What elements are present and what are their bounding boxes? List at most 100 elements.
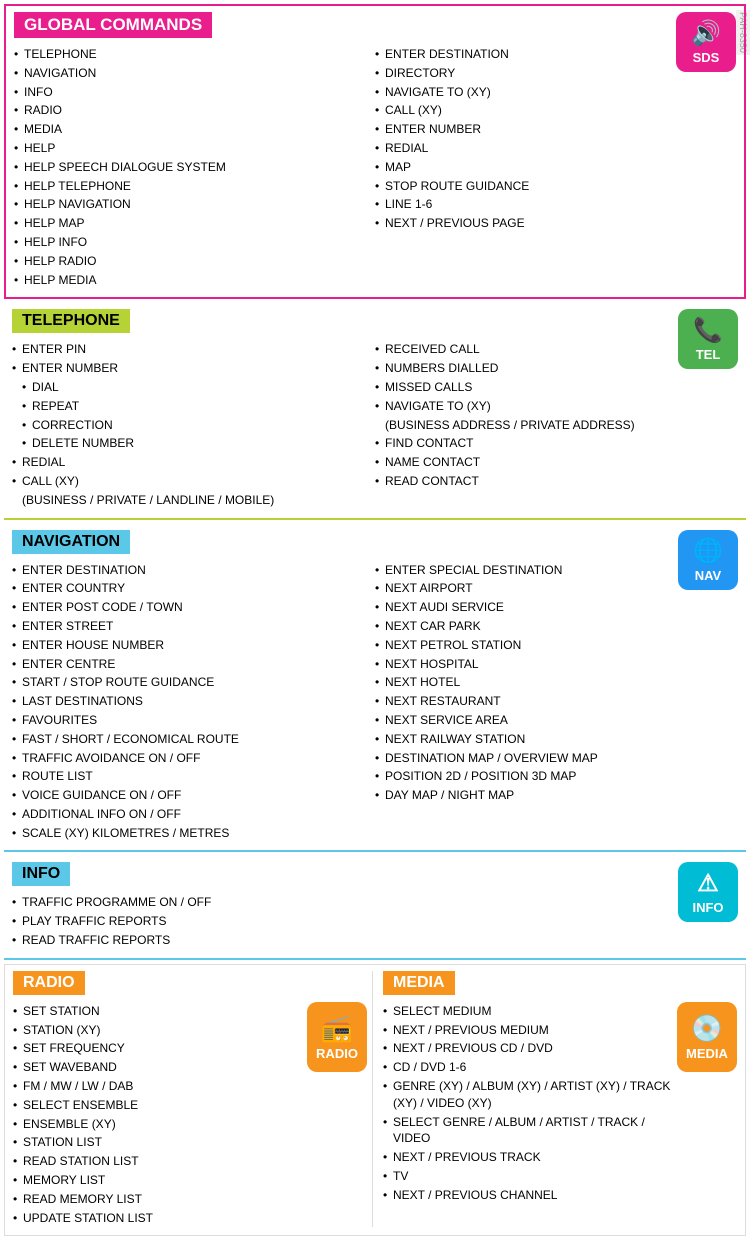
list-item: HELP RADIO [14, 252, 365, 271]
list-item: ENTER STREET [12, 617, 365, 636]
list-item: NAVIGATE TO (XY) [375, 397, 728, 416]
list-item: NEXT / PREVIOUS PAGE [375, 214, 726, 233]
list-item: FAST / SHORT / ECONOMICAL ROUTE [12, 730, 365, 749]
list-item: SET STATION [13, 1002, 302, 1021]
radio-inner: SET STATIONSTATION (XY)SET FREQUENCYSET … [13, 1002, 367, 1228]
radio-list: SET STATIONSTATION (XY)SET FREQUENCYSET … [13, 1002, 302, 1228]
list-item: READ TRAFFIC REPORTS [12, 931, 738, 950]
list-item: READ MEMORY LIST [13, 1190, 302, 1209]
media-badge: 💿 MEDIA [677, 1002, 737, 1072]
sds-badge: 🔊 SDS [676, 12, 736, 72]
tel-badge: 📞 TEL [678, 309, 738, 369]
radio-section: RADIO SET STATIONSTATION (XY)SET FREQUEN… [13, 971, 373, 1228]
list-item: MAP [375, 158, 726, 177]
telephone-content: ENTER PINENTER NUMBERDIALREPEATCORRECTIO… [12, 340, 738, 509]
list-item: LINE 1-6 [375, 195, 726, 214]
list-item: HELP SPEECH DIALOGUE SYSTEM [14, 158, 365, 177]
title-telephone: TELEPHONE [12, 309, 130, 333]
list-item: FM / MW / LW / DAB [13, 1077, 302, 1096]
tel-icon: 📞 [693, 316, 723, 345]
list-item: VOICE GUIDANCE ON / OFF [12, 786, 365, 805]
list-item: ENTER NUMBER [375, 120, 726, 139]
tel-col1-list: ENTER PINENTER NUMBERDIALREPEATCORRECTIO… [12, 340, 365, 509]
global-col2: ENTER DESTINATIONDIRECTORYNAVIGATE TO (X… [375, 45, 736, 289]
list-item: HELP INFO [14, 233, 365, 252]
list-item: ENTER POST CODE / TOWN [12, 598, 365, 617]
list-item: REDIAL [12, 453, 365, 472]
list-item: SET WAVEBAND [13, 1058, 302, 1077]
list-item: HELP TELEPHONE [14, 177, 365, 196]
list-item: TELEPHONE [14, 45, 365, 64]
list-item: NAVIGATE TO (XY) [375, 83, 726, 102]
list-item: MISSED CALLS [375, 378, 728, 397]
navigation-content: ENTER DESTINATIONENTER COUNTRYENTER POST… [12, 561, 738, 843]
title-global: GLOBAL COMMANDS [14, 12, 212, 38]
list-item: REPEAT [12, 397, 365, 416]
sds-icon: 🔊 [691, 19, 721, 48]
section-radio-media: RADIO SET STATIONSTATION (XY)SET FREQUEN… [4, 964, 746, 1236]
info-content: TRAFFIC PROGRAMME ON / OFFPLAY TRAFFIC R… [12, 893, 738, 949]
list-item: NEXT PETROL STATION [375, 636, 728, 655]
list-item: DIAL [12, 378, 365, 397]
list-item: DAY MAP / NIGHT MAP [375, 786, 728, 805]
list-item: CD / DVD 1-6 [383, 1058, 672, 1077]
media-list-wrap: SELECT MEDIUMNEXT / PREVIOUS MEDIUMNEXT … [383, 1002, 672, 1205]
list-item: CALL (XY) [12, 472, 365, 491]
tel-label: TEL [696, 347, 721, 362]
list-item: HELP [14, 139, 365, 158]
list-item: NEXT SERVICE AREA [375, 711, 728, 730]
list-item: SET FREQUENCY [13, 1039, 302, 1058]
section-telephone: TELEPHONE ENTER PINENTER NUMBERDIALREPEA… [4, 303, 746, 519]
list-item: CORRECTION [12, 416, 365, 435]
global-col2-list: ENTER DESTINATIONDIRECTORYNAVIGATE TO (X… [375, 45, 726, 233]
list-item: TRAFFIC AVOIDANCE ON / OFF [12, 749, 365, 768]
list-item: PLAY TRAFFIC REPORTS [12, 912, 738, 931]
list-item: NEXT / PREVIOUS CHANNEL [383, 1186, 672, 1205]
section-navigation: NAVIGATION ENTER DESTINATIONENTER COUNTR… [4, 524, 746, 853]
list-item: ADDITIONAL INFO ON / OFF [12, 805, 365, 824]
list-item: LAST DESTINATIONS [12, 692, 365, 711]
list-item: SCALE (XY) KILOMETRES / METRES [12, 824, 365, 843]
section-info: INFO TRAFFIC PROGRAMME ON / OFFPLAY TRAF… [4, 856, 746, 959]
list-item: ENTER DESTINATION [375, 45, 726, 64]
tel-col2-list: RECEIVED CALLNUMBERS DIALLEDMISSED CALLS… [375, 340, 728, 490]
radio-badge: 📻 RADIO [307, 1002, 367, 1072]
list-item: FIND CONTACT [375, 434, 728, 453]
section-global: GLOBAL COMMANDS TELEPHONENAVIGATIONINFOR… [4, 4, 746, 299]
list-item: ENTER COUNTRY [12, 579, 365, 598]
list-item: READ STATION LIST [13, 1152, 302, 1171]
list-item: INFO [14, 83, 365, 102]
list-item: RECEIVED CALL [375, 340, 728, 359]
telephone-col1: ENTER PINENTER NUMBERDIALREPEATCORRECTIO… [12, 340, 375, 509]
media-inner: SELECT MEDIUMNEXT / PREVIOUS MEDIUMNEXT … [383, 1002, 737, 1205]
list-item: NAME CONTACT [375, 453, 728, 472]
list-item: TRAFFIC PROGRAMME ON / OFF [12, 893, 738, 912]
info-badge: ⚠ INFO [678, 862, 738, 922]
list-item: ENSEMBLE (XY) [13, 1115, 302, 1134]
list-item: SELECT GENRE / ALBUM / ARTIST / TRACK / … [383, 1113, 672, 1149]
list-item: MEMORY LIST [13, 1171, 302, 1190]
radio-icon: 📻 [321, 1013, 353, 1044]
nav-label: NAV [695, 568, 721, 583]
nav-icon: 🌐 [693, 537, 723, 566]
list-item-continuation: (BUSINESS / PRIVATE / LANDLINE / MOBILE) [12, 491, 365, 510]
list-item: HELP NAVIGATION [14, 195, 365, 214]
list-item: CALL (XY) [375, 101, 726, 120]
list-item: DESTINATION MAP / OVERVIEW MAP [375, 749, 728, 768]
list-item: RADIO [14, 101, 365, 120]
title-info: INFO [12, 862, 70, 886]
list-item: ENTER SPECIAL DESTINATION [375, 561, 728, 580]
list-item: NEXT HOSPITAL [375, 655, 728, 674]
list-item: SELECT MEDIUM [383, 1002, 672, 1021]
list-item: STOP ROUTE GUIDANCE [375, 177, 726, 196]
list-item: ROUTE LIST [12, 767, 365, 786]
nav-col1-list: ENTER DESTINATIONENTER COUNTRYENTER POST… [12, 561, 365, 843]
list-item: START / STOP ROUTE GUIDANCE [12, 673, 365, 692]
list-item: NUMBERS DIALLED [375, 359, 728, 378]
list-item: STATION (XY) [13, 1021, 302, 1040]
list-item: UPDATE STATION LIST [13, 1209, 302, 1228]
radio-media-row: RADIO SET STATIONSTATION (XY)SET FREQUEN… [13, 971, 737, 1228]
title-media: MEDIA [383, 971, 455, 995]
list-item: TV [383, 1167, 672, 1186]
list-item: DELETE NUMBER [12, 434, 365, 453]
